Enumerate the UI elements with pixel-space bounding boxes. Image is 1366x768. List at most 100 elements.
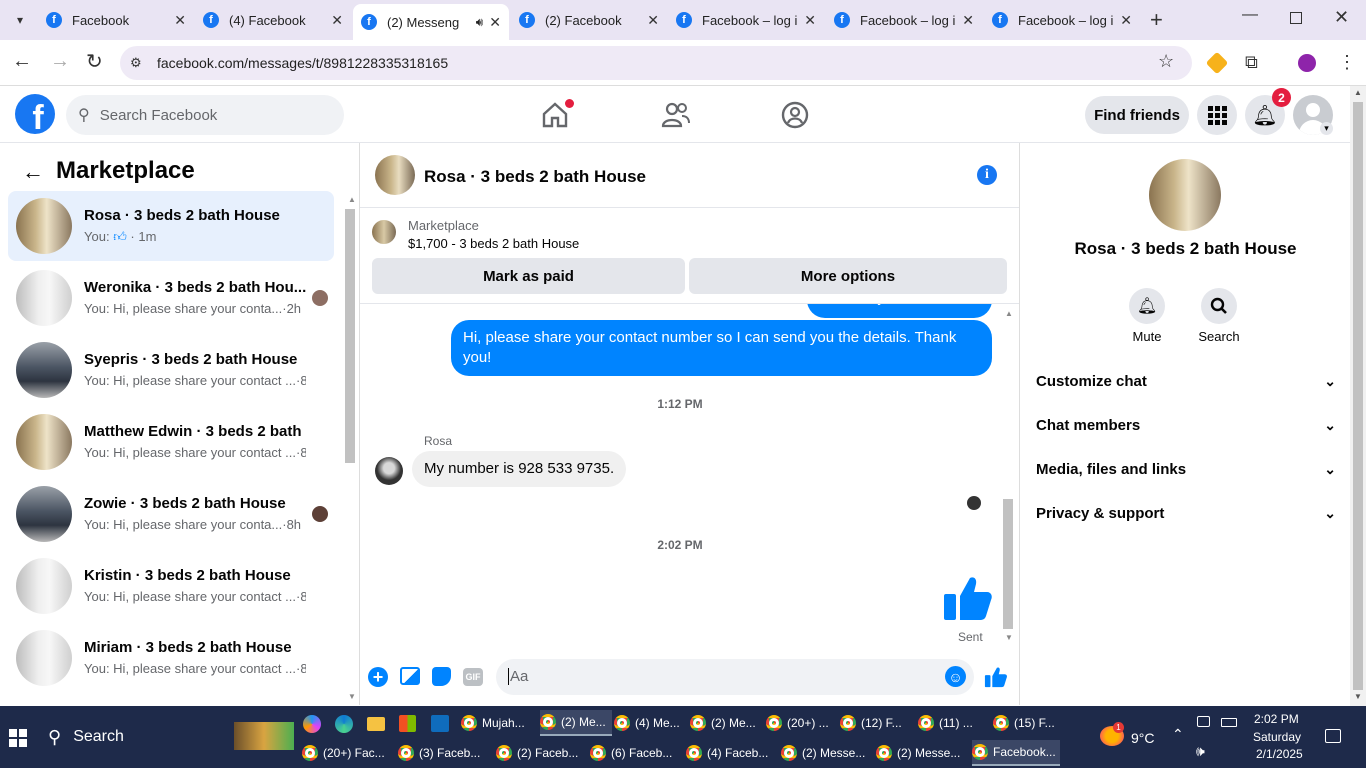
search-box[interactable]: ⚲ Search Facebook	[66, 95, 344, 135]
sent-message[interactable]: Hi, please share your contact number so …	[451, 320, 992, 376]
close-tab-icon[interactable]: ✕	[331, 12, 343, 29]
message-input[interactable]: Aa ☺	[496, 659, 974, 695]
taskbar-window-button[interactable]: (2) Me...	[540, 710, 612, 736]
close-tab-icon[interactable]: ✕	[962, 12, 974, 29]
conversation-item[interactable]: Weronika · 3 beds 2 bath Hou... You: Hi, …	[8, 263, 334, 333]
back-arrow-icon[interactable]: ←	[22, 159, 44, 185]
close-tab-icon[interactable]: ✕	[489, 14, 501, 31]
taskbar-window-button[interactable]: (4) Me...	[614, 710, 686, 736]
taskbar-window-button[interactable]: (20+) ...	[766, 710, 838, 736]
groups-nav-icon[interactable]	[780, 100, 810, 130]
speaker-icon[interactable]: 🔊︎	[476, 15, 484, 30]
profile-avatar-icon[interactable]	[1298, 54, 1316, 72]
conversation-item[interactable]: Miriam · 3 beds 2 bath House You: Hi, ple…	[8, 623, 334, 693]
facebook-logo-icon[interactable]: f	[15, 94, 55, 134]
taskbar-window-button[interactable]: (4) Faceb...	[686, 740, 774, 766]
mute-button[interactable]: 🔔︎	[1129, 288, 1165, 324]
close-tab-icon[interactable]: ✕	[647, 12, 659, 29]
taskbar-window-button[interactable]: Facebook...	[972, 740, 1060, 766]
browser-tab[interactable]: f Facebook – log i ✕	[984, 4, 1140, 36]
edge-icon[interactable]	[335, 715, 353, 733]
details-section[interactable]: Customize chat ⌄	[1036, 373, 1336, 390]
find-friends-button[interactable]: Find friends	[1085, 96, 1189, 134]
like-send-icon[interactable]	[984, 665, 1008, 689]
taskbar-window-button[interactable]: (2) Me...	[690, 710, 762, 736]
browser-tab[interactable]: f (2) Messeng 🔊︎ ✕	[353, 4, 509, 40]
gif-icon[interactable]: GIF	[463, 668, 483, 686]
close-window-button[interactable]: ✕	[1334, 7, 1349, 28]
tray-chevron-icon[interactable]: ⌃	[1172, 726, 1184, 743]
tab-search-dropdown[interactable]: ▾	[8, 9, 32, 31]
file-explorer-icon[interactable]	[367, 717, 385, 731]
omnibox[interactable]: ⚙ facebook.com/messages/t/89812283353181…	[120, 46, 1192, 80]
emoji-icon[interactable]: ☺	[945, 666, 966, 687]
info-icon[interactable]: i	[977, 165, 997, 185]
listing-thumb[interactable]	[372, 220, 396, 244]
mark-as-paid-button[interactable]: Mark as paid	[372, 258, 685, 294]
chat-scrollbar[interactable]: ▲ ▼	[1002, 309, 1014, 645]
clock-time[interactable]: 2:02 PM	[1254, 712, 1299, 726]
browser-tab[interactable]: f Facebook ✕	[38, 4, 194, 36]
notifications-button[interactable]: 🔔︎ 2	[1245, 88, 1291, 135]
details-avatar[interactable]	[1149, 159, 1221, 231]
close-tab-icon[interactable]: ✕	[1120, 12, 1132, 29]
puzzle-extensions-icon[interactable]: ⧉	[1245, 52, 1258, 73]
sticker-icon[interactable]	[432, 667, 451, 686]
conversation-item[interactable]: Syepris · 3 beds 2 bath House You: Hi, pl…	[8, 335, 334, 405]
conversation-scrollbar[interactable]: ▲ ▼	[344, 195, 356, 705]
back-button[interactable]: ←	[12, 50, 32, 73]
url-text[interactable]: facebook.com/messages/t/8981228335318165	[157, 55, 448, 71]
taskbar-window-button[interactable]: (6) Faceb...	[590, 740, 678, 766]
sent-message-partial[interactable]: Yes, are you interested?	[806, 304, 992, 318]
conversation-item[interactable]: Matthew Edwin · 3 beds 2 bath ... You: Hi…	[8, 407, 334, 477]
clock-date[interactable]: 2/1/2025	[1256, 747, 1303, 761]
taskbar-window-button[interactable]: Mujah...	[461, 710, 533, 736]
conversation-item[interactable]: Rosa · 3 beds 2 bath House You: 👍︎ · 1m	[8, 191, 334, 261]
reload-button[interactable]: ↻	[86, 49, 103, 74]
taskbar-window-button[interactable]: (15) F...	[993, 710, 1065, 736]
home-nav-icon[interactable]	[540, 99, 574, 130]
friends-nav-icon[interactable]	[660, 100, 692, 130]
browser-tab[interactable]: f (2) Facebook ✕	[511, 4, 667, 36]
clock-day[interactable]: Saturday	[1253, 730, 1301, 744]
outlook-icon[interactable]	[431, 715, 449, 732]
chat-avatar[interactable]	[375, 155, 415, 195]
close-tab-icon[interactable]: ✕	[174, 12, 186, 29]
photo-attach-icon[interactable]	[400, 667, 420, 685]
details-section[interactable]: Media, files and links ⌄	[1036, 461, 1336, 478]
new-tab-button[interactable]: +	[1150, 7, 1163, 33]
bookmark-star-icon[interactable]: ☆	[1158, 51, 1174, 72]
account-chevron-icon[interactable]: ▾	[1320, 122, 1333, 135]
browser-tab[interactable]: f Facebook – log i ✕	[668, 4, 824, 36]
browser-tab[interactable]: f (4) Facebook ✕	[195, 4, 351, 36]
chat-title[interactable]: Rosa · 3 beds 2 bath House	[424, 167, 646, 187]
taskbar-window-button[interactable]: (2) Messe...	[781, 740, 869, 766]
browser-menu-icon[interactable]: ⋮	[1338, 52, 1356, 73]
taskbar-window-button[interactable]: (2) Faceb...	[496, 740, 584, 766]
add-action-icon[interactable]: +	[368, 667, 388, 687]
browser-tab[interactable]: f Facebook – log i ✕	[826, 4, 982, 36]
taskbar-window-button[interactable]: (20+) Fac...	[302, 740, 390, 766]
display-icon[interactable]	[1197, 716, 1210, 727]
restore-button[interactable]	[1290, 12, 1302, 24]
details-section[interactable]: Privacy & support ⌄	[1036, 505, 1336, 522]
listing-summary[interactable]: $1,700 - 3 beds 2 bath House	[408, 236, 579, 251]
conversation-item[interactable]: Kristin · 3 beds 2 bath House You: Hi, pl…	[8, 551, 334, 621]
menu-grid-button[interactable]	[1197, 95, 1237, 135]
battery-icon[interactable]	[1221, 718, 1237, 727]
taskbar-window-button[interactable]: (12) F...	[840, 710, 912, 736]
search-chat-button[interactable]	[1201, 288, 1237, 324]
windows-start-icon[interactable]	[9, 729, 27, 747]
details-section[interactable]: Chat members ⌄	[1036, 417, 1336, 434]
page-scrollbar[interactable]: ▲ ▼	[1350, 86, 1366, 706]
taskbar-window-button[interactable]: (3) Faceb...	[398, 740, 486, 766]
conversation-item[interactable]: Zowie · 3 beds 2 bath House You: Hi, plea…	[8, 479, 334, 549]
volume-icon[interactable]: 🕪	[1196, 743, 1205, 760]
taskbar-window-button[interactable]: (2) Messe...	[876, 740, 964, 766]
more-options-button[interactable]: More options	[689, 258, 1007, 294]
sent-like-icon[interactable]	[942, 572, 994, 624]
taskbar-window-button[interactable]: (11) ...	[918, 710, 990, 736]
copilot-icon[interactable]	[303, 715, 321, 733]
site-info-icon[interactable]: ⚙	[130, 55, 146, 71]
taskbar-search[interactable]: ⚲ Search	[40, 720, 294, 754]
